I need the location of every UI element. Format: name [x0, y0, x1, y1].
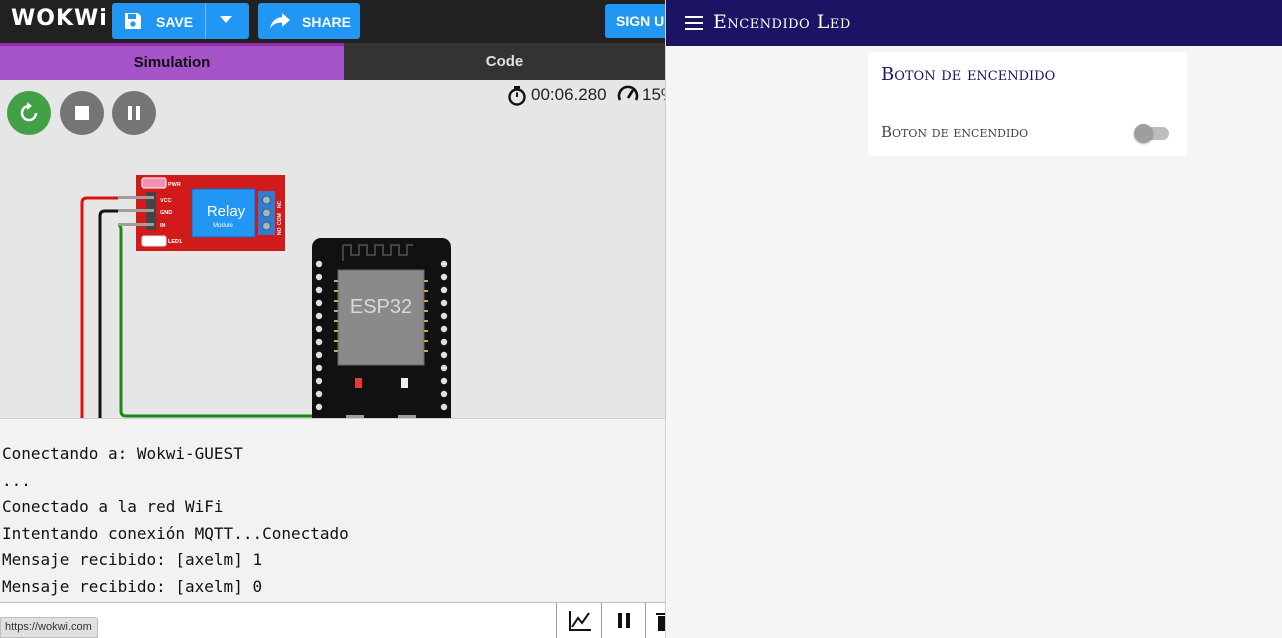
plotter-button[interactable] — [558, 603, 602, 638]
tab-code[interactable]: Code — [344, 43, 665, 80]
stop-simulation-button[interactable] — [60, 91, 104, 135]
save-button[interactable]: SAVE — [112, 3, 249, 39]
dashboard-title: Encendido Led — [713, 11, 851, 33]
wire-gnd — [98, 209, 118, 418]
relay-led-pwr: PWR — [168, 182, 181, 188]
save-button-divider — [205, 3, 206, 39]
serial-line: Intentando conexión MQTT...Conectado — [2, 523, 349, 543]
switch-label: Boton de encendido — [881, 123, 1029, 141]
wokwi-logo[interactable]: WOKWi — [11, 6, 108, 31]
serial-line: Conectado a la red WiFi — [2, 497, 224, 516]
switch-knob — [1134, 124, 1153, 143]
serial-line: Mensaje recibido: [axelm] 0 — [2, 576, 263, 596]
simulation-canvas[interactable]: Relay Module PWR VCC GND IN LED1 NO COM … — [0, 80, 665, 418]
wire-signal — [117, 223, 320, 418]
relay-label: Relay — [207, 203, 246, 220]
save-button-label: SAVE — [156, 14, 194, 30]
serial-pause-button[interactable] — [602, 603, 646, 638]
stopwatch-icon — [508, 86, 526, 106]
relay-pin-in: IN — [160, 223, 166, 229]
pause-simulation-button[interactable] — [112, 91, 156, 135]
wokwi-panel: WOKWi SAVE SHARE SIGN UP Simulat — [0, 0, 665, 638]
status-url-tooltip: https://wokwi.com — [0, 617, 98, 638]
share-button[interactable]: SHARE — [258, 3, 360, 39]
simulation-speed: 15% — [617, 84, 665, 109]
speedometer-icon — [617, 85, 639, 101]
trash-icon — [656, 613, 665, 631]
relay-terminal-nc: NC — [277, 200, 283, 208]
relay-pin-vcc: VCC — [160, 198, 172, 204]
pause-icon — [128, 106, 140, 120]
relay-module: Relay Module PWR VCC GND IN LED1 NO COM … — [118, 175, 285, 251]
card-title: Boton de encendido — [881, 64, 1056, 85]
restart-icon — [20, 102, 38, 122]
speed-value: 15% — [642, 85, 665, 104]
serial-monitor: Conectando a: Wokwi-GUEST... Conectado a … — [0, 418, 665, 602]
chart-icon — [569, 611, 591, 631]
board-label: ESP32 — [350, 296, 412, 318]
editor-tabs: Simulation Code — [0, 43, 665, 80]
serial-line: ... — [2, 470, 31, 490]
relay-pin-gnd: GND — [160, 210, 172, 216]
pause-icon — [618, 613, 630, 628]
timer-value: 00:06.280 — [531, 85, 607, 104]
wokwi-topbar: WOKWi SAVE SHARE SIGN UP — [0, 0, 665, 43]
share-button-label: SHARE — [302, 14, 352, 30]
relay-sublabel: Module — [213, 223, 233, 229]
relay-led-led1: LED1 — [168, 239, 182, 245]
clear-serial-button[interactable] — [646, 603, 665, 638]
dashboard-panel: Encendido Led Boton de encendido Boton d… — [665, 0, 1282, 638]
serial-line: Mensaje recibido: [axelm] 1 — [2, 550, 263, 569]
stop-icon — [75, 106, 89, 120]
save-icon — [125, 13, 141, 29]
share-icon — [270, 13, 290, 29]
screen: WOKWi SAVE SHARE SIGN UP Simulat — [0, 0, 1282, 638]
circuit-diagram: Relay Module PWR VCC GND IN LED1 NO COM … — [80, 175, 451, 418]
signup-button[interactable]: SIGN UP — [605, 4, 665, 38]
tab-simulation[interactable]: Simulation — [0, 43, 344, 80]
led-toggle-switch[interactable] — [1134, 123, 1170, 143]
esp32-board: ESP32 — [312, 238, 451, 418]
restart-simulation-button[interactable] — [7, 91, 51, 135]
dashboard-header: Encendido Led — [666, 0, 1282, 46]
menu-icon[interactable] — [685, 16, 703, 30]
serial-toolbar — [0, 602, 665, 638]
switch-card: Boton de encendido Boton de encendido — [868, 52, 1187, 156]
save-dropdown-icon[interactable] — [220, 16, 232, 23]
relay-terminal-com: COM — [277, 213, 283, 225]
relay-terminal-no: NO — [277, 227, 283, 235]
serial-line: Conectando a: Wokwi-GUEST — [2, 444, 243, 463]
